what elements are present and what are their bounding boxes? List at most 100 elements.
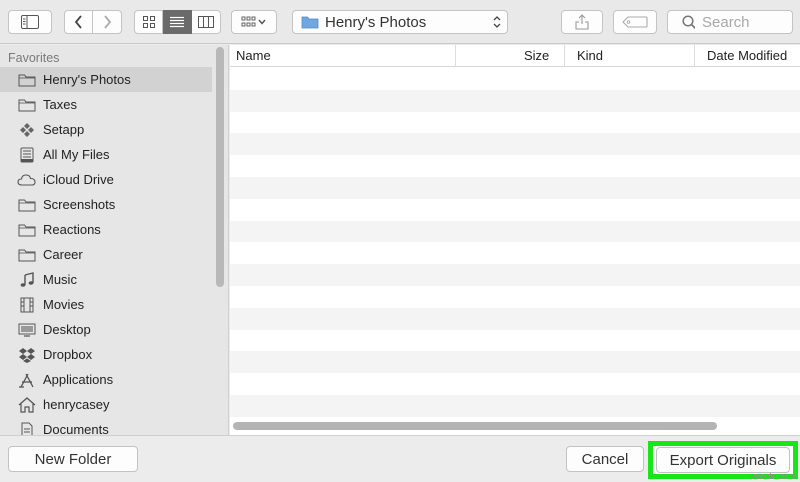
sidebar-item-henrys-photos[interactable]: Henry's Photos xyxy=(0,67,212,92)
column-header-date-modified[interactable]: Date Modified xyxy=(707,45,787,67)
back-button[interactable] xyxy=(64,10,93,34)
back-forward-group xyxy=(64,10,122,34)
sidebar-item-setapp[interactable]: Setapp xyxy=(0,117,212,142)
empty-rows xyxy=(230,68,800,420)
sidebar-item-label: Dropbox xyxy=(43,347,93,362)
up-down-chevron-icon xyxy=(487,15,507,29)
chevron-left-icon xyxy=(74,15,82,29)
column-header-kind[interactable]: Kind xyxy=(577,45,603,67)
column-view-button[interactable] xyxy=(192,10,221,34)
folder-icon xyxy=(301,16,319,29)
applications-icon xyxy=(17,371,37,389)
watermark: wsxdn.com xyxy=(750,471,796,481)
sidebar-item-label: Reactions xyxy=(43,222,101,237)
sidebar-item-label: Henry's Photos xyxy=(43,72,131,87)
grid-icon xyxy=(142,16,155,28)
sidebar-item-taxes[interactable]: Taxes xyxy=(0,92,212,117)
home-icon xyxy=(17,396,37,414)
location-popup[interactable]: Henry's Photos xyxy=(292,10,508,34)
columns-icon xyxy=(198,16,214,28)
column-header: Name Size Kind Date Modified xyxy=(230,45,800,67)
search-icon xyxy=(682,14,695,29)
list-row xyxy=(230,199,800,221)
list-row xyxy=(230,176,800,199)
sidebar-item-all-my-files[interactable]: All My Files xyxy=(0,142,212,167)
folder-icon xyxy=(17,246,37,264)
all-files-icon xyxy=(17,146,37,164)
location-label: Henry's Photos xyxy=(325,13,427,31)
desktop-icon xyxy=(17,321,37,339)
sidebar-item-icloud-drive[interactable]: iCloud Drive xyxy=(0,167,212,192)
toolbar: Henry's Photos xyxy=(0,0,800,44)
film-icon xyxy=(17,296,37,314)
chevron-right-icon xyxy=(103,15,111,29)
sidebar-item-screenshots[interactable]: Screenshots xyxy=(0,192,212,217)
sidebar-item-label: Movies xyxy=(43,297,85,312)
list-row xyxy=(230,330,800,352)
sidebar: Favorites Henry's Photos Taxes Setapp Al… xyxy=(0,45,229,435)
list-row xyxy=(230,286,800,308)
search-field[interactable] xyxy=(667,10,793,34)
forward-button[interactable] xyxy=(93,10,122,34)
sidebar-item-music[interactable]: Music xyxy=(0,267,212,292)
sidebar-toggle-button[interactable] xyxy=(8,10,52,34)
sidebar-item-movies[interactable]: Movies xyxy=(0,292,212,317)
tag-icon xyxy=(622,16,648,28)
sidebar-item-label: Career xyxy=(43,247,83,262)
arrange-button[interactable] xyxy=(231,10,277,34)
sidebar-item-applications[interactable]: Applications xyxy=(0,367,212,392)
column-header-size[interactable]: Size xyxy=(524,45,549,67)
sidebar-item-desktop[interactable]: Desktop xyxy=(0,317,212,342)
cancel-button[interactable]: Cancel xyxy=(566,446,644,472)
cloud-icon xyxy=(17,171,37,189)
column-divider[interactable] xyxy=(564,45,565,67)
list-row xyxy=(230,264,800,286)
horizontal-scrollbar[interactable] xyxy=(233,422,717,430)
share-button[interactable] xyxy=(561,10,603,34)
sidebar-scrollbar[interactable] xyxy=(216,47,224,287)
list-row xyxy=(230,112,800,134)
export-originals-button[interactable]: Export Originals xyxy=(656,447,790,473)
list-icon xyxy=(170,16,184,28)
sidebar-item-label: Music xyxy=(43,272,77,287)
list-row xyxy=(230,394,800,417)
sidebar-item-label: All My Files xyxy=(43,147,110,162)
list-row xyxy=(230,242,800,264)
sidebar-item-henrycasey[interactable]: henrycasey xyxy=(0,392,212,417)
column-divider[interactable] xyxy=(694,45,695,67)
sidebar-item-career[interactable]: Career xyxy=(0,242,212,267)
list-row xyxy=(230,351,800,374)
list-row xyxy=(230,373,800,395)
folder-icon xyxy=(17,196,37,214)
music-icon xyxy=(17,271,37,289)
sidebar-item-dropbox[interactable]: Dropbox xyxy=(0,342,212,367)
sidebar-item-label: Screenshots xyxy=(43,197,116,212)
new-folder-button[interactable]: New Folder xyxy=(8,446,138,472)
folder-icon xyxy=(17,221,37,239)
file-list: Name Size Kind Date Modified xyxy=(230,45,800,435)
sidebar-icon xyxy=(21,15,39,29)
documents-icon xyxy=(17,421,37,435)
tags-button[interactable] xyxy=(613,10,657,34)
list-row xyxy=(230,155,800,177)
sidebar-item-label: Documents xyxy=(43,422,109,435)
view-mode-group xyxy=(134,10,221,34)
list-row xyxy=(230,220,800,243)
sidebar-item-label: Setapp xyxy=(43,122,85,137)
column-header-name[interactable]: Name xyxy=(236,45,271,67)
icon-view-button[interactable] xyxy=(134,10,163,34)
list-view-button[interactable] xyxy=(163,10,192,34)
list-row xyxy=(230,89,800,112)
sidebar-item-reactions[interactable]: Reactions xyxy=(0,217,212,242)
sidebar-item-label: Taxes xyxy=(43,97,77,112)
list-row xyxy=(230,68,800,90)
folder-icon xyxy=(17,71,37,89)
search-input[interactable] xyxy=(702,13,792,31)
sidebar-item-documents[interactable]: Documents xyxy=(0,417,212,435)
bottom-bar: New Folder Cancel Export Originals wsxdn… xyxy=(0,435,800,482)
setapp-icon xyxy=(17,121,37,139)
sidebar-item-label: henrycasey xyxy=(43,397,110,412)
sidebar-item-label: Applications xyxy=(43,372,114,387)
column-divider[interactable] xyxy=(455,45,456,67)
list-row xyxy=(230,133,800,156)
